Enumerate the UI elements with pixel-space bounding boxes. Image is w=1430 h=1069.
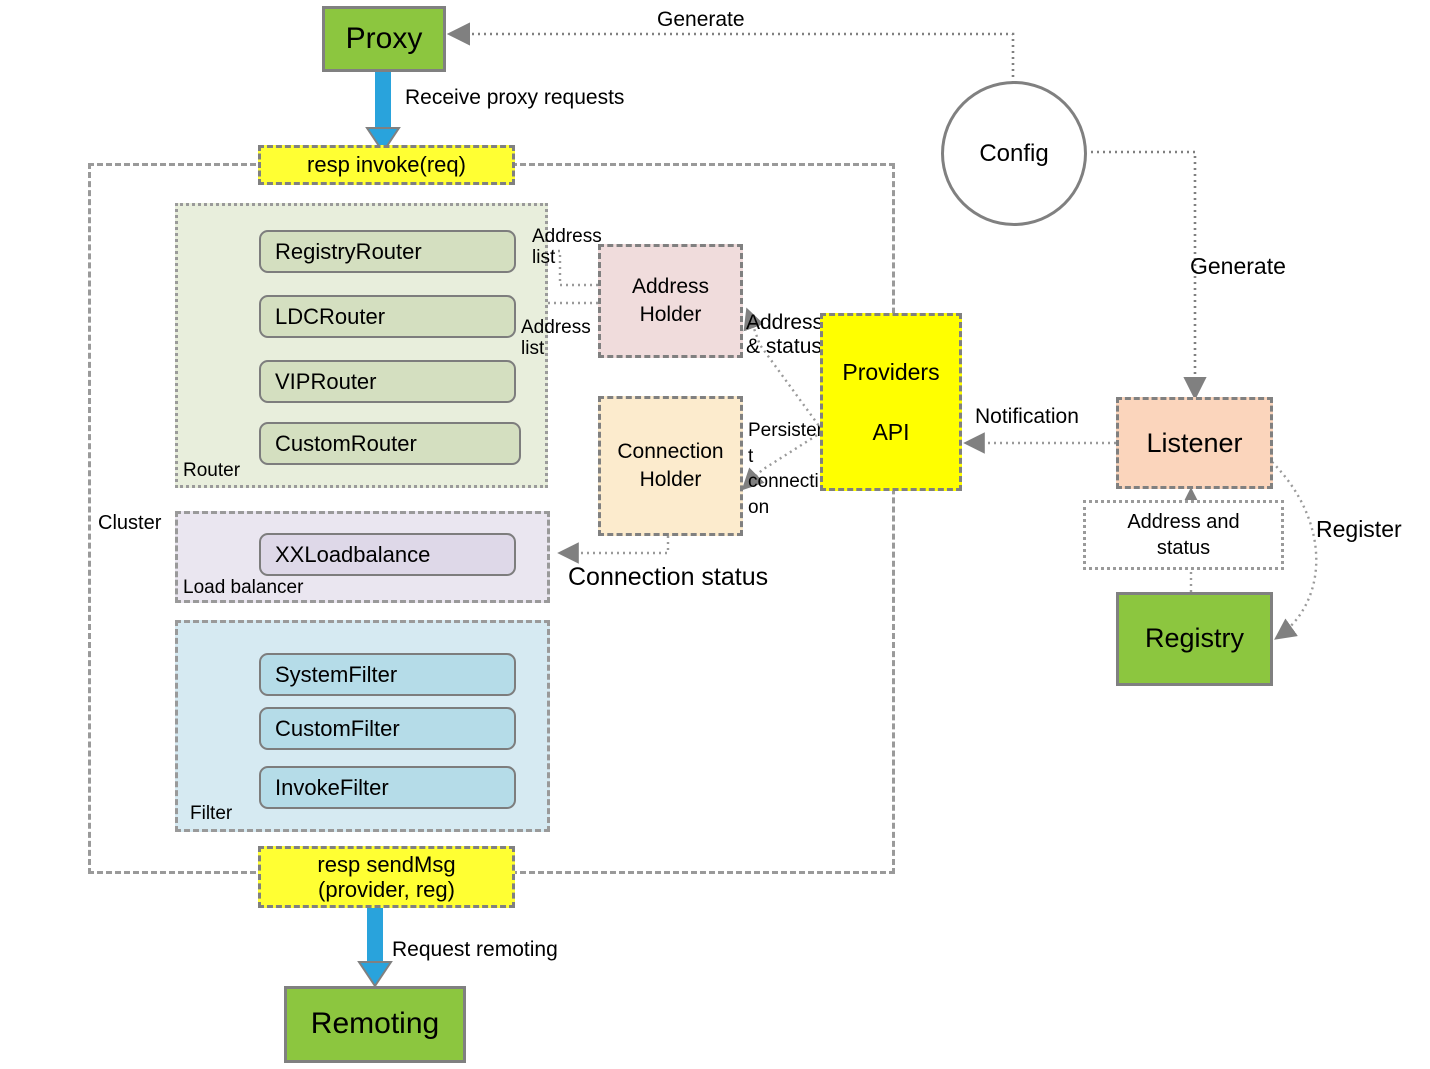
router-item-label: LDCRouter	[275, 303, 386, 329]
node-listener-label: Listener	[1146, 427, 1243, 458]
note-line2: status	[1156, 537, 1211, 559]
node-remoting[interactable]: Remoting	[284, 986, 466, 1063]
edge-label-persistent-connection: Persisten t connecti on	[748, 420, 828, 518]
node-resp-sendmsg[interactable]: resp sendMsg (provider, reg)	[258, 846, 515, 908]
filter-item-invokefilter[interactable]: InvokeFilter	[259, 766, 516, 809]
node-resp-invoke-label: resp invoke(req)	[307, 152, 466, 178]
node-providers-api[interactable]: Providers API	[820, 313, 962, 491]
diagram-canvas: Cluster Proxy Generate Receive proxy req…	[0, 0, 1430, 1069]
node-listener[interactable]: Listener	[1116, 397, 1273, 489]
node-resp-sendmsg-line1: resp sendMsg	[317, 851, 456, 877]
cluster-label: Cluster	[98, 512, 162, 534]
filter-item-label: InvokeFilter	[275, 774, 389, 800]
filter-item-customfilter[interactable]: CustomFilter	[259, 707, 516, 750]
address-holder-line2: Holder	[639, 303, 702, 326]
filter-item-label: CustomFilter	[275, 715, 400, 741]
note-address-and-status: Address and status	[1083, 500, 1284, 570]
lb-item-label: XXLoadbalance	[275, 541, 431, 567]
router-item-label: CustomRouter	[275, 430, 417, 456]
edge-label-address-status: Address & status	[746, 311, 824, 358]
edge-label-address-list-1: Address list	[532, 226, 602, 269]
router-item-viprouter[interactable]: VIPRouter	[259, 360, 516, 403]
connection-holder-line2: Holder	[639, 468, 702, 491]
node-remoting-label: Remoting	[310, 1007, 440, 1041]
edge-label-request-remoting: Request remoting	[392, 938, 558, 961]
node-resp-invoke[interactable]: resp invoke(req)	[258, 145, 515, 185]
edge-label-receive-proxy-requests: Receive proxy requests	[405, 86, 625, 109]
group-load-balancer-label: Load balancer	[183, 577, 304, 598]
filter-item-label: SystemFilter	[275, 661, 398, 687]
filter-item-systemfilter[interactable]: SystemFilter	[259, 653, 516, 696]
router-item-label: RegistryRouter	[275, 238, 422, 264]
connection-holder-line1: Connection	[617, 439, 724, 463]
edge-label-generate-listener: Generate	[1190, 253, 1286, 279]
node-config[interactable]: Config	[941, 81, 1087, 226]
node-proxy-label: Proxy	[345, 21, 423, 55]
address-holder-line1: Address	[631, 274, 710, 298]
node-connection-holder[interactable]: Connection Holder	[598, 396, 743, 536]
group-filter-label: Filter	[190, 803, 233, 824]
providers-line1: Providers	[842, 358, 940, 385]
edge-label-register: Register	[1316, 516, 1402, 542]
note-line1: Address and	[1127, 511, 1240, 533]
group-router-label: Router	[183, 460, 241, 481]
router-item-registryrouter[interactable]: RegistryRouter	[259, 230, 516, 273]
node-config-label: Config	[979, 139, 1049, 167]
node-proxy[interactable]: Proxy	[322, 6, 446, 72]
node-resp-sendmsg-line2: (provider, reg)	[318, 877, 455, 902]
router-item-label: VIPRouter	[275, 368, 377, 394]
router-item-ldcrouter[interactable]: LDCRouter	[259, 295, 516, 338]
edge-label-notification: Notification	[975, 405, 1079, 428]
edge-label-generate-proxy: Generate	[657, 8, 745, 31]
providers-line2: API	[872, 418, 910, 445]
lb-item-xxloadbalance[interactable]: XXLoadbalance	[259, 533, 516, 576]
node-address-holder[interactable]: Address Holder	[598, 244, 743, 358]
edge-label-connection-status: Connection status	[568, 563, 769, 591]
edge-label-address-list-2: Address list	[521, 317, 591, 360]
router-item-customrouter[interactable]: CustomRouter	[259, 422, 521, 465]
node-registry[interactable]: Registry	[1116, 592, 1273, 686]
node-registry-label: Registry	[1144, 623, 1245, 654]
